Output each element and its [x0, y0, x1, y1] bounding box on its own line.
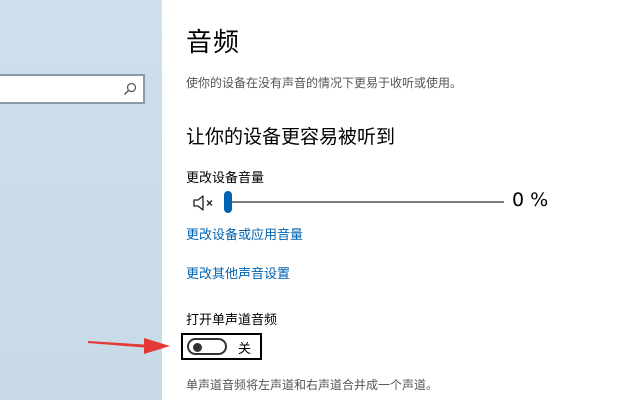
change-app-volume-link[interactable]: 更改设备或应用音量	[186, 224, 303, 243]
volume-slider-thumb[interactable]	[224, 191, 232, 213]
main-content: 音频 使你的设备在没有声音的情况下更易于收听或使用。 让你的设备更容易被听到 更…	[162, 0, 640, 400]
mono-audio-description: 单声道音频将左声道和右声道合并成一个声道。	[186, 378, 439, 392]
other-sound-settings-link[interactable]: 更改其他声音设置	[186, 263, 290, 282]
mono-audio-toggle[interactable]	[187, 338, 227, 355]
page-description: 使你的设备在没有声音的情况下更易于收听或使用。	[186, 76, 463, 90]
settings-window: 音频 使你的设备在没有声音的情况下更易于收听或使用。 让你的设备更容易被听到 更…	[0, 0, 640, 400]
section-title: 让你的设备更容易被听到	[186, 126, 396, 148]
mono-audio-toggle-highlight: 关	[181, 333, 262, 360]
search-input[interactable]	[0, 74, 145, 104]
volume-label: 更改设备音量	[186, 171, 265, 186]
mono-audio-label: 打开单声道音频	[186, 313, 278, 328]
volume-value: 0 %	[512, 189, 549, 211]
speaker-muted-icon[interactable]	[192, 193, 216, 213]
toggle-state-text: 关	[238, 342, 252, 357]
annotation-arrow-icon	[88, 338, 170, 354]
volume-slider-track[interactable]	[224, 201, 504, 203]
volume-slider[interactable]	[224, 189, 506, 215]
toggle-knob[interactable]	[193, 342, 202, 352]
page-title: 音频	[186, 28, 241, 58]
search-icon[interactable]	[123, 82, 137, 96]
